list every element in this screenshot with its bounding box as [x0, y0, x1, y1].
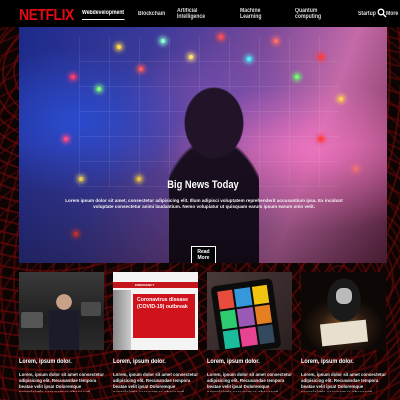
- navbar: NETFLIX Webdevelopment Blockchain Artifi…: [0, 0, 400, 27]
- card-image-covid-news[interactable]: EMERGENCY Coronavirus disease (COVID-19)…: [113, 272, 198, 350]
- read-more-button[interactable]: Read More: [191, 246, 216, 263]
- card-title[interactable]: Lorem, ipsum dolor.: [301, 358, 373, 365]
- card-image-hooded-hacker[interactable]: [301, 272, 386, 350]
- news-cards: Lorem, ipsum dolor. Lorem, ipsum dolor s…: [19, 272, 387, 400]
- card-image-phone[interactable]: [207, 272, 292, 350]
- card-text: Lorem, ipsum dolor sit amet consectetur …: [301, 372, 386, 392]
- card-title[interactable]: Lorem, ipsum dolor.: [207, 358, 279, 365]
- card-text: Lorem, ipsum dolor sit amet consectetur …: [207, 372, 292, 392]
- search-icon[interactable]: [377, 8, 387, 18]
- card-text: Lorem, ipsum dolor sit amet consectetur …: [113, 372, 198, 392]
- news-card[interactable]: EMERGENCY Coronavirus disease (COVID-19)…: [113, 272, 198, 400]
- card-image-press-conference[interactable]: [19, 272, 104, 350]
- nav-item-webdevelopment[interactable]: Webdevelopment: [81, 7, 124, 20]
- news-card[interactable]: Lorem, ipsum dolor. Lorem, ipsum dolor s…: [301, 272, 386, 400]
- nav-item-startup[interactable]: Startup: [358, 8, 376, 20]
- nav-item-quantum-computing[interactable]: Quantum computing: [295, 5, 342, 23]
- card-image-headline: Coronavirus disease (COVID-19) outbreak: [133, 294, 195, 338]
- nav-item-more[interactable]: More: [386, 8, 398, 20]
- card-image-header: EMERGENCY: [113, 282, 198, 288]
- netflix-logo[interactable]: NETFLIX: [19, 4, 74, 22]
- hero-banner: Big News Today Lorem ipsum dolor sit ame…: [19, 27, 387, 263]
- card-title[interactable]: Lorem, ipsum dolor.: [113, 358, 185, 365]
- news-card[interactable]: Lorem, ipsum dolor. Lorem, ipsum dolor s…: [19, 272, 104, 400]
- hero-title: Big News Today: [167, 179, 239, 191]
- news-card[interactable]: Lorem, ipsum dolor. Lorem, ipsum dolor s…: [207, 272, 292, 400]
- card-text: Lorem, ipsum dolor sit amet consectetur …: [19, 372, 104, 392]
- nav-item-blockchain[interactable]: Blockchain: [138, 8, 165, 20]
- hero-description: Lorem ipsum dolor sit amet, consectetur …: [65, 198, 343, 209]
- card-title[interactable]: Lorem, ipsum dolor.: [19, 358, 91, 365]
- phone-screen: [210, 278, 282, 350]
- nav-item-machine-learning[interactable]: Machine Learning: [240, 5, 281, 23]
- nav-item-artificial-intelligence[interactable]: Artificial Intelligence: [177, 5, 224, 23]
- hero-overlay: [19, 27, 387, 263]
- nav-menu: Webdevelopment Blockchain Artificial Int…: [81, 5, 400, 23]
